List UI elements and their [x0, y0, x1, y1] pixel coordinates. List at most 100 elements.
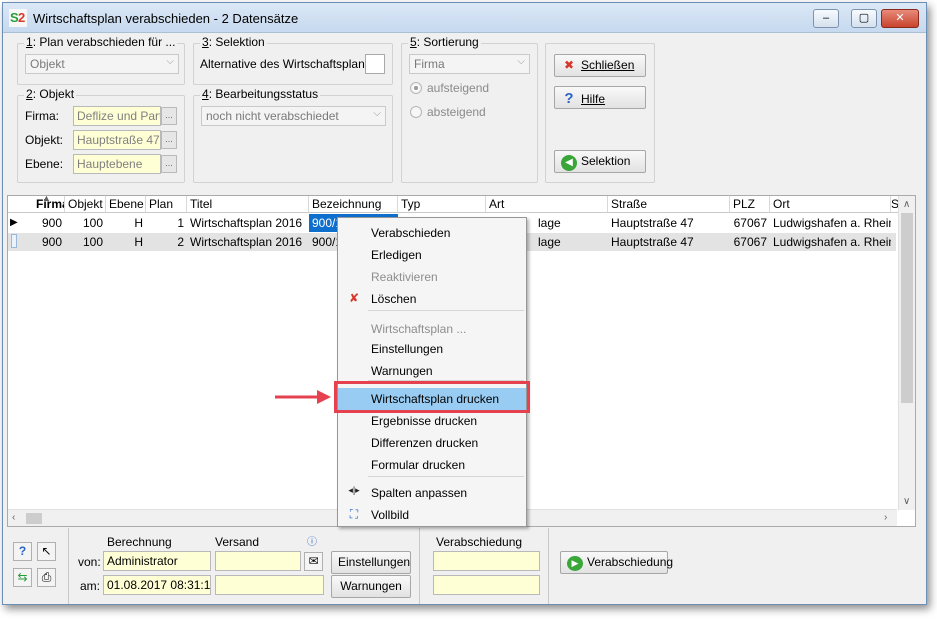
- annotation-arrow-icon: [275, 390, 331, 404]
- column-header-typ[interactable]: Typ: [398, 196, 486, 213]
- columns-icon: ◂|▸: [348, 485, 360, 495]
- ebene-picker-button[interactable]: ...: [161, 155, 177, 173]
- warnungen-button[interactable]: Warnungen: [331, 575, 411, 598]
- alternative-field[interactable]: [365, 54, 385, 74]
- print-icon[interactable]: ⎙: [37, 568, 56, 587]
- group1-legend: : Plan verabschieden für ...: [32, 35, 176, 49]
- cell-titel[interactable]: Wirtschaftsplan 2016: [187, 233, 309, 251]
- column-header-titel[interactable]: Titel: [187, 196, 309, 213]
- scroll-left-icon[interactable]: ‹: [12, 512, 15, 523]
- group3-legend: : Selektion: [208, 35, 265, 49]
- verabschiedung-button-label: Verabschiedung: [587, 555, 674, 569]
- close-button[interactable]: ✖ Schließen: [554, 54, 646, 77]
- cell-plz[interactable]: 67067: [730, 214, 770, 232]
- column-header-plz[interactable]: PLZ: [730, 196, 770, 213]
- descending-radio[interactable]: [410, 106, 422, 118]
- maximize-button[interactable]: ▢: [851, 9, 877, 28]
- column-header-objekt[interactable]: Objekt: [65, 196, 106, 213]
- horizontal-scroll-thumb[interactable]: [26, 513, 42, 524]
- firma-field[interactable]: Deflize und Partr: [73, 106, 161, 126]
- title-bar[interactable]: S 2 Wirtschaftsplan verabschieden - 2 Da…: [3, 3, 926, 33]
- scroll-down-icon[interactable]: ∨: [903, 496, 910, 507]
- help-icon[interactable]: ?: [13, 542, 32, 561]
- refresh-icon[interactable]: ⇆: [13, 568, 32, 587]
- vertical-scroll-thumb[interactable]: [901, 213, 913, 403]
- cell-firma[interactable]: 900: [22, 233, 65, 251]
- cell-titel[interactable]: Wirtschaftsplan 2016: [187, 214, 309, 232]
- objekt-field[interactable]: Hauptstraße 47,: [73, 130, 161, 150]
- objekt-picker-button[interactable]: ...: [161, 131, 177, 149]
- cell-objekt[interactable]: 100: [65, 214, 106, 232]
- status-value: noch nicht verabschiedet: [206, 109, 339, 123]
- verabschiedung-von-field[interactable]: [433, 551, 540, 571]
- minimize-button[interactable]: –: [813, 9, 839, 28]
- menu-item-label: Warnungen: [371, 364, 433, 378]
- menu-item-erledigen[interactable]: Erledigen: [338, 244, 526, 266]
- plan-for-select[interactable]: Objekt ⌵: [25, 54, 179, 74]
- column-header-ebene[interactable]: Ebene: [106, 196, 146, 213]
- delete-icon: ✘: [348, 291, 360, 305]
- cell-plan[interactable]: 1: [146, 214, 187, 232]
- cell-ebene[interactable]: H: [106, 233, 146, 251]
- column-header-strasse[interactable]: Straße: [608, 196, 730, 213]
- group-selektion: 3: Selektion Alternative des Wirtschafts…: [193, 35, 393, 85]
- menu-item-löschen[interactable]: ✘ Löschen: [338, 288, 526, 310]
- cell-plz[interactable]: 67067: [730, 233, 770, 251]
- group-bearbeitungsstatus: 4: Bearbeitungsstatus noch nicht verabsc…: [193, 87, 393, 183]
- cell-objekt[interactable]: 100: [65, 233, 106, 251]
- sort-select[interactable]: Firma ⌵: [409, 54, 530, 74]
- menu-item-verabschieden[interactable]: Verabschieden: [338, 222, 526, 244]
- column-header-art[interactable]: Art: [486, 196, 608, 213]
- menu-item-ergebnisse-drucken[interactable]: Ergebnisse drucken: [338, 410, 526, 432]
- arrow-right-icon: ▶: [567, 556, 583, 571]
- verabschiedung-am-field[interactable]: [433, 575, 540, 595]
- cell-firma[interactable]: 900: [22, 214, 65, 232]
- cell-plan[interactable]: 2: [146, 233, 187, 251]
- group4-hotkey: 4: [202, 87, 209, 101]
- mail-icon[interactable]: ✉: [304, 552, 323, 571]
- status-select[interactable]: noch nicht verabschiedet ⌵: [201, 106, 386, 126]
- cell-ort[interactable]: Ludwigshafen a. Rhein: [770, 233, 891, 251]
- verabschiedung-button[interactable]: ▶ Verabschiedung: [560, 551, 673, 574]
- ascending-radio[interactable]: [410, 82, 422, 94]
- versand-am-field[interactable]: [215, 575, 324, 595]
- column-header-bezeichnung[interactable]: Bezeichnung: [309, 196, 398, 213]
- von-field[interactable]: Administrator: [103, 551, 211, 571]
- column-header-firma[interactable]: Firma: [8, 196, 65, 213]
- menu-item-label: Wirtschaftsplan ...: [371, 322, 467, 336]
- berechnung-label: Berechnung: [107, 535, 172, 549]
- group2-hotkey: 2: [26, 87, 33, 101]
- group4-legend: : Bearbeitungsstatus: [208, 87, 319, 101]
- am-field[interactable]: 01.08.2017 08:31:13: [103, 575, 211, 595]
- scroll-up-icon[interactable]: ∧: [903, 199, 910, 210]
- firma-picker-button[interactable]: ...: [161, 107, 177, 125]
- sort-ascending-icon: ▲: [42, 193, 51, 203]
- firma-label: Firma:: [25, 109, 59, 123]
- menu-item-warnungen[interactable]: Warnungen: [338, 360, 526, 382]
- column-header-plan[interactable]: Plan: [146, 196, 187, 213]
- chevron-down-icon: ⌵: [517, 56, 525, 67]
- menu-item-vollbild[interactable]: ⛶ Vollbild: [338, 504, 526, 526]
- selection-button[interactable]: ◀ Selektion: [554, 150, 646, 173]
- column-header-ort[interactable]: Ort: [770, 196, 891, 213]
- menu-item-differenzen-drucken[interactable]: Differenzen drucken: [338, 432, 526, 454]
- cell-strasse[interactable]: Hauptstraße 47: [608, 214, 730, 232]
- cell-ebene[interactable]: H: [106, 214, 146, 232]
- menu-item-formular-drucken[interactable]: Formular drucken: [338, 454, 526, 476]
- cell-strasse[interactable]: Hauptstraße 47: [608, 233, 730, 251]
- versand-von-field[interactable]: [215, 551, 301, 571]
- vertical-scrollbar[interactable]: ∧ ∨: [898, 196, 915, 510]
- cell-ort[interactable]: Ludwigshafen a. Rhein: [770, 214, 891, 232]
- cell-art[interactable]: lage: [535, 214, 608, 232]
- einstellungen-button[interactable]: Einstellungen: [331, 551, 411, 574]
- ebene-field[interactable]: Hauptebene: [73, 154, 161, 174]
- help-button[interactable]: ? Hilfe: [554, 86, 646, 109]
- menu-item-einstellungen[interactable]: Einstellungen: [338, 338, 526, 360]
- cell-art[interactable]: lage: [535, 233, 608, 251]
- current-row-icon: ▶: [10, 217, 18, 228]
- scroll-right-icon[interactable]: ›: [884, 512, 887, 523]
- pointer-icon[interactable]: ↖: [37, 542, 56, 561]
- info-icon[interactable]: ⓘ: [307, 533, 317, 548]
- close-window-button[interactable]: ✕: [881, 9, 919, 28]
- menu-item-spalten-anpassen[interactable]: ◂|▸ Spalten anpassen: [338, 482, 526, 504]
